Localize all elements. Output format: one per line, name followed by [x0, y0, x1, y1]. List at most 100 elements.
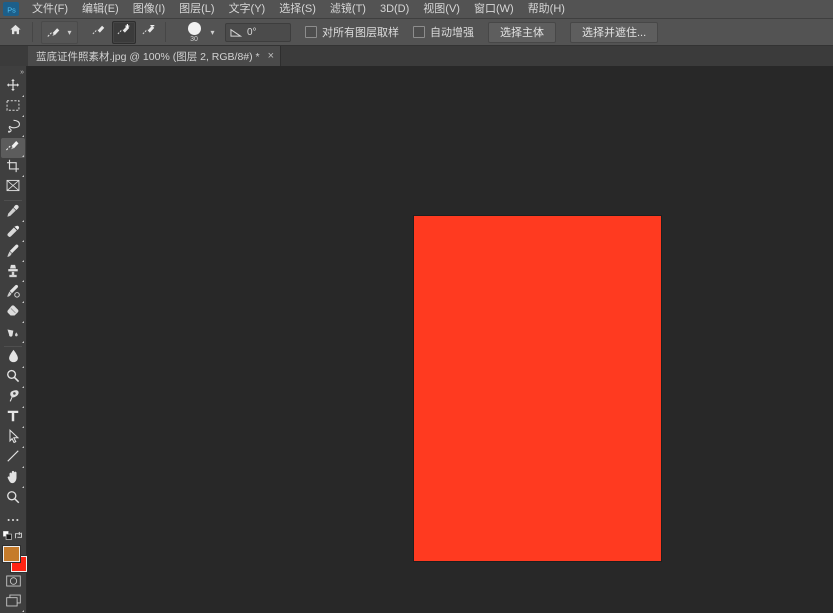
tool-flyout-indicator	[22, 340, 24, 343]
menu-filter[interactable]: 滤镜(T)	[323, 0, 373, 18]
menu-select[interactable]: 选择(S)	[272, 0, 323, 18]
svg-text:Ps: Ps	[7, 5, 16, 14]
edit-toolbar-button[interactable]	[1, 509, 25, 529]
menu-image[interactable]: 图像(I)	[126, 0, 172, 18]
quick-select-add-icon	[116, 23, 132, 42]
eyedropper-icon	[6, 204, 20, 223]
selection-mode-group	[87, 20, 161, 44]
new-selection-mode[interactable]	[87, 21, 111, 44]
tools-panel: »	[0, 66, 27, 613]
tool-flyout-indicator	[22, 466, 24, 468]
ellipsis-icon	[6, 510, 20, 528]
photoshop-window: Ps 文件(F) 编辑(E) 图像(I) 图层(L) 文字(Y) 选择(S) 滤…	[0, 0, 833, 613]
auto-enhance-checkbox[interactable]: 自动增强	[413, 24, 474, 40]
screen-mode-button[interactable]	[1, 593, 25, 613]
zoom-tool[interactable]	[1, 489, 25, 509]
default-colors-icon[interactable]	[2, 527, 12, 545]
type-tool[interactable]	[1, 409, 25, 429]
document-tab-bar: 蓝底证件照素材.jpg @ 100% (图层 2, RGB/8#) * ×	[0, 46, 833, 66]
double-chevron-right-icon[interactable]: »	[0, 68, 26, 78]
line-tool[interactable]	[1, 449, 25, 469]
menu-edit[interactable]: 编辑(E)	[75, 0, 126, 18]
color-swatches	[0, 543, 27, 573]
screen-mode-icon	[5, 594, 21, 612]
add-to-selection-mode[interactable]	[112, 20, 136, 44]
move-icon	[6, 78, 20, 97]
brush-icon	[6, 244, 20, 263]
hand-tool[interactable]	[1, 469, 25, 489]
eraser-tool[interactable]	[1, 304, 25, 324]
foreground-color-swatch[interactable]	[3, 546, 20, 563]
brush-size-value: 30	[190, 35, 198, 43]
close-icon[interactable]: ×	[268, 50, 274, 62]
menu-3d[interactable]: 3D(D)	[373, 0, 416, 18]
workspace: »	[0, 66, 833, 613]
quick-select-subtract-icon	[141, 23, 157, 42]
select-subject-button[interactable]: 选择主体	[488, 21, 556, 43]
swap-colors-icon[interactable]	[14, 527, 23, 545]
dodge-icon	[6, 369, 20, 388]
tool-flyout-indicator	[22, 260, 24, 263]
healing-brush-icon	[6, 224, 20, 243]
path-selection-tool[interactable]	[1, 429, 25, 449]
line-icon	[6, 449, 20, 468]
options-bar: ▾ 30 ▾ 0° 对所有图层取样 自动增强 选择主体 选择并遮住...	[0, 19, 833, 46]
home-button[interactable]	[2, 21, 28, 43]
menu-view[interactable]: 视图(V)	[416, 0, 467, 18]
eyedropper-tool[interactable]	[1, 203, 25, 223]
photoshop-logo-icon[interactable]: Ps	[3, 2, 19, 16]
tool-preset-picker[interactable]: ▾	[41, 20, 78, 44]
menu-window[interactable]: 窗口(W)	[467, 0, 521, 18]
tool-flyout-indicator	[22, 94, 24, 97]
magnifier-icon	[6, 490, 20, 509]
quick-selection-icon	[5, 138, 21, 158]
menu-help[interactable]: 帮助(H)	[521, 0, 572, 18]
tool-flyout-indicator	[22, 155, 24, 158]
brush-angle-field[interactable]: 0°	[225, 22, 291, 42]
spot-healing-brush-tool[interactable]	[1, 223, 25, 243]
brush-size-picker[interactable]: 30	[181, 21, 207, 43]
dodge-tool[interactable]	[1, 369, 25, 389]
frame-tool[interactable]	[1, 178, 25, 198]
options-separator-2	[165, 22, 166, 42]
menu-file[interactable]: 文件(F)	[25, 0, 75, 18]
quick-selection-tool[interactable]	[1, 138, 25, 159]
path-selection-arrow-icon	[7, 429, 20, 448]
lasso-tool[interactable]	[1, 118, 25, 138]
tool-flyout-indicator	[22, 300, 24, 303]
pen-icon	[6, 389, 20, 408]
paint-bucket-icon	[6, 324, 20, 343]
brush-tool[interactable]	[1, 243, 25, 263]
tool-flyout-indicator	[22, 445, 24, 448]
clone-stamp-icon	[6, 264, 20, 283]
crop-tool[interactable]	[1, 158, 25, 178]
color-controls-row	[0, 529, 26, 542]
quick-selection-tool-icon	[44, 25, 64, 40]
tool-flyout-indicator	[22, 365, 24, 368]
frame-icon	[6, 179, 20, 197]
chevron-down-icon: ▾	[67, 27, 72, 37]
select-and-mask-button[interactable]: 选择并遮住...	[570, 21, 659, 43]
quick-mask-button[interactable]	[1, 573, 25, 593]
sample-all-layers-label: 对所有图层取样	[322, 27, 399, 39]
blur-tool[interactable]	[1, 349, 25, 369]
options-separator	[32, 22, 33, 42]
brush-chevron-down-icon[interactable]: ▾	[207, 28, 218, 37]
rectangular-marquee-tool[interactable]	[1, 98, 25, 118]
document-tab[interactable]: 蓝底证件照素材.jpg @ 100% (图层 2, RGB/8#) * ×	[28, 46, 282, 66]
history-brush-tool[interactable]	[1, 283, 25, 303]
menu-layer[interactable]: 图层(L)	[172, 0, 221, 18]
sample-all-layers-checkbox[interactable]: 对所有图层取样	[305, 24, 399, 40]
move-tool[interactable]	[1, 78, 25, 98]
angle-icon	[230, 27, 242, 38]
clone-stamp-tool[interactable]	[1, 263, 25, 283]
subtract-from-selection-mode[interactable]	[137, 21, 161, 44]
lasso-icon	[6, 119, 21, 138]
tool-flyout-indicator	[22, 486, 24, 489]
menu-type[interactable]: 文字(Y)	[222, 0, 273, 18]
document-canvas[interactable]	[414, 216, 661, 561]
gradient-tool[interactable]	[1, 324, 25, 344]
checkbox-box	[305, 26, 317, 38]
canvas-area[interactable]	[27, 66, 833, 613]
pen-tool[interactable]	[1, 389, 25, 409]
